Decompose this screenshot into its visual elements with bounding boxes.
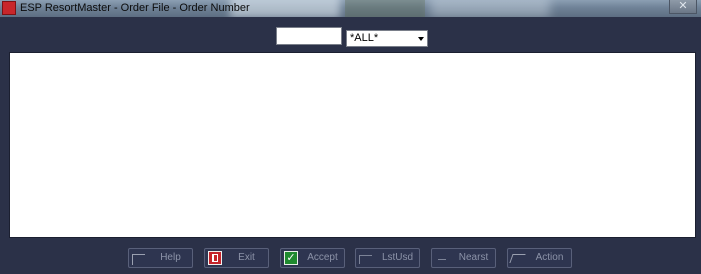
action-icon — [509, 254, 526, 263]
exit-label: Exit — [238, 252, 255, 263]
action-button[interactable]: Action — [507, 248, 572, 268]
app-icon[interactable] — [2, 1, 16, 15]
last-used-icon — [359, 255, 372, 264]
filter-select-value: *ALL* — [350, 32, 379, 44]
chevron-down-icon — [418, 37, 424, 41]
accept-label: Accept — [307, 252, 338, 263]
close-button[interactable]: ✕ — [669, 0, 697, 14]
title-bar[interactable]: ESP ResortMaster - Order File - Order Nu… — [0, 0, 701, 17]
lstusd-button[interactable]: LstUsd — [355, 248, 420, 268]
help-icon — [132, 254, 145, 265]
accept-button[interactable]: ✓ Accept — [280, 248, 345, 268]
order-number-input[interactable] — [276, 27, 342, 45]
action-label: Action — [535, 252, 564, 263]
checkmark-icon: ✓ — [284, 251, 298, 265]
order-list[interactable] — [9, 52, 696, 238]
help-label: Help — [160, 252, 181, 263]
window-title: ESP ResortMaster - Order File - Order Nu… — [20, 2, 250, 14]
filter-select[interactable]: *ALL* — [346, 30, 428, 47]
client-area: *ALL* Help Exit ✓ Accept LstUsd Nearst A… — [0, 17, 701, 274]
exit-button[interactable]: Exit — [204, 248, 269, 268]
lstusd-label: LstUsd — [381, 252, 414, 263]
exit-icon — [208, 251, 222, 265]
help-button[interactable]: Help — [128, 248, 193, 268]
nearest-icon — [438, 251, 446, 260]
nearst-label: Nearst — [458, 252, 489, 263]
nearst-button[interactable]: Nearst — [431, 248, 496, 268]
